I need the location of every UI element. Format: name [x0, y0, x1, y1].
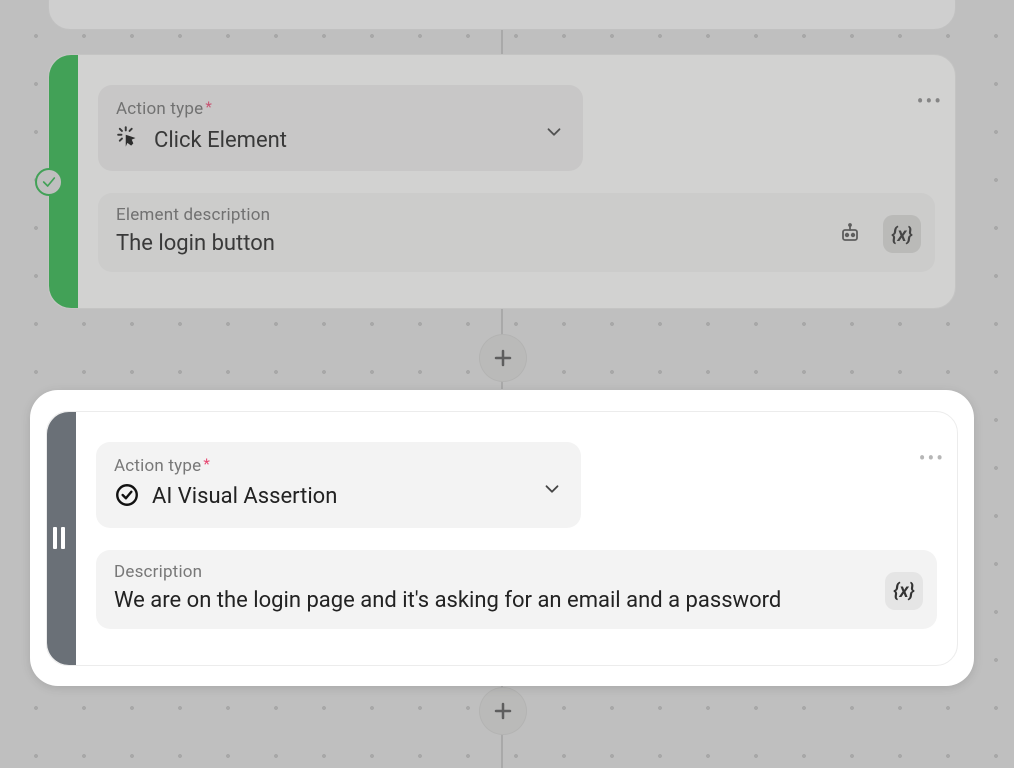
selected-step-highlight: ••• Action type* AI Visual Assertion	[30, 390, 974, 686]
add-step-button[interactable]	[479, 334, 527, 382]
required-marker: *	[203, 455, 210, 473]
plus-icon	[491, 699, 515, 723]
action-type-value: Click Element	[154, 128, 287, 153]
element-description-label: Element description	[116, 205, 917, 225]
step-card-ai-visual-assertion[interactable]: ••• Action type* AI Visual Assertion	[46, 411, 958, 666]
ai-assist-button[interactable]	[831, 215, 869, 253]
robot-icon	[838, 222, 862, 246]
description-value: We are on the login page and it's asking…	[114, 588, 919, 613]
variable-icon: {x}	[891, 223, 913, 246]
step-card-partial	[48, 0, 956, 30]
insert-variable-button[interactable]: {x}	[885, 572, 923, 610]
chevron-down-icon	[541, 478, 563, 504]
add-step-button[interactable]	[479, 687, 527, 735]
flow-canvas[interactable]: ••• Action type* Click	[0, 0, 1014, 768]
element-description-value: The login button	[116, 231, 917, 256]
action-type-value: AI Visual Assertion	[152, 484, 337, 509]
element-description-field[interactable]: Element description The login button	[98, 193, 935, 272]
required-marker: *	[205, 98, 212, 116]
check-circle-icon	[114, 482, 140, 512]
action-type-label: Action type*	[114, 456, 563, 476]
pause-icon	[53, 527, 71, 549]
step-card-click-element[interactable]: ••• Action type* Click	[48, 54, 956, 309]
cursor-click-icon	[116, 125, 142, 155]
chevron-down-icon	[543, 121, 565, 147]
insert-variable-button[interactable]: {x}	[883, 215, 921, 253]
status-badge-success	[35, 168, 63, 196]
description-label: Description	[114, 562, 919, 582]
description-field[interactable]: Description We are on the login page and…	[96, 550, 937, 629]
status-stripe-neutral	[47, 412, 76, 665]
variable-icon: {x}	[893, 579, 915, 602]
action-type-select[interactable]: Action type* Click Element	[98, 85, 583, 171]
action-type-select[interactable]: Action type* AI Visual Assertion	[96, 442, 581, 528]
plus-icon	[491, 346, 515, 370]
action-type-label: Action type*	[116, 99, 565, 119]
